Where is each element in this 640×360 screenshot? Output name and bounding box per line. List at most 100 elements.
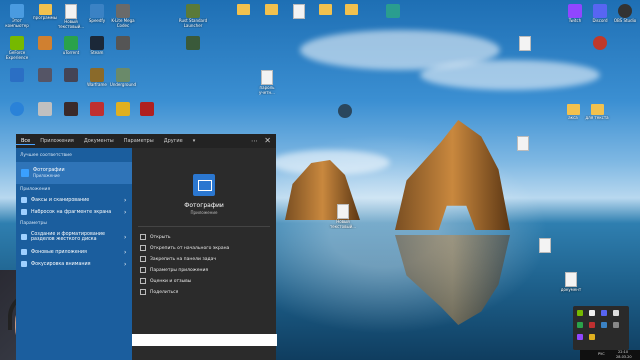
desktop-icon-app[interactable] — [585, 36, 615, 60]
star-icon — [140, 278, 146, 284]
tab-other[interactable]: Другие — [159, 138, 188, 144]
action-app-settings[interactable]: Параметры приложения — [140, 267, 208, 273]
tray-icon[interactable] — [589, 310, 595, 316]
tray-icon[interactable] — [601, 322, 607, 328]
result-photos[interactable]: Фотографии Приложение — [16, 162, 132, 184]
action-open-label: Открыть — [150, 234, 171, 240]
clock-date[interactable]: 28.03.20 — [616, 355, 632, 359]
tab-all[interactable]: Все — [16, 138, 36, 145]
desktop-icon-password[interactable]: пароль учетн... — [252, 70, 282, 95]
snip-icon — [21, 209, 27, 215]
language-indicator[interactable]: РУС — [598, 352, 605, 356]
result-fax-scan[interactable]: Факсы и сканирование › — [16, 194, 132, 206]
desktop-icon-file[interactable] — [530, 238, 560, 263]
folder-icon — [38, 4, 52, 15]
chevron-right-icon[interactable]: › — [124, 261, 132, 268]
clock-time[interactable]: 22:10 — [618, 350, 628, 354]
tab-documents[interactable]: Документы — [79, 138, 119, 144]
tray-icon[interactable] — [589, 334, 595, 340]
app-icon — [38, 102, 52, 116]
action-share[interactable]: Поделиться — [140, 289, 178, 295]
steam-icon — [338, 104, 352, 118]
desktop-icon-steam-game[interactable] — [330, 104, 360, 128]
open-icon — [140, 234, 146, 240]
app-icon — [186, 4, 200, 18]
document-icon — [337, 204, 349, 219]
desktop-icon-folder[interactable] — [336, 4, 366, 25]
desktop-icon-for-text[interactable]: для текста — [582, 104, 612, 125]
start-search-panel: Все Приложения Документы Параметры Други… — [16, 134, 276, 360]
folder-icon — [590, 104, 604, 115]
action-rate-review[interactable]: Оценки и отзывы — [140, 278, 191, 284]
desktop-icon-folder[interactable] — [228, 4, 258, 25]
preview-pane: Фотографии Приложение Открыть Открепить … — [132, 148, 276, 360]
folder-icon — [236, 4, 250, 15]
desktop-icon-app[interactable] — [178, 36, 208, 60]
tray-icon[interactable] — [577, 310, 583, 316]
action-open[interactable]: Открыть — [140, 234, 171, 240]
desktop-icon-folder[interactable] — [256, 4, 286, 25]
gear-icon — [140, 267, 146, 273]
tab-settings[interactable]: Параметры — [119, 138, 159, 144]
chevron-right-icon[interactable]: › — [124, 197, 132, 204]
desktop-icon-app[interactable] — [132, 102, 162, 126]
desktop-icon-obs[interactable]: OBS Studio — [610, 4, 640, 28]
tray-icon[interactable] — [577, 322, 583, 328]
desktop-icon-this-pc[interactable]: Этот компьютер — [2, 4, 32, 28]
desktop-icon-file[interactable] — [508, 136, 538, 161]
app-icon — [140, 102, 154, 116]
app-icon — [90, 68, 104, 82]
result-background-apps[interactable]: Фоновые приложения › — [16, 246, 132, 258]
result-snip-sketch[interactable]: Набросок на фрагменте экрана › — [16, 206, 132, 218]
result-fax-scan-label: Факсы и сканирование — [31, 197, 90, 203]
tray-icon[interactable] — [577, 334, 583, 340]
app-icon — [64, 102, 78, 116]
action-unpin-start[interactable]: Открепить от начального экрана — [140, 245, 229, 251]
result-disk-partitions[interactable]: Создание и форматирование разделов жестк… — [16, 228, 132, 246]
tab-apps[interactable]: Приложения — [35, 138, 79, 144]
action-pin-taskbar-label: Закрепить на панели задач — [150, 256, 217, 262]
tray-icon[interactable] — [613, 322, 619, 328]
result-snip-sketch-label: Набросок на фрагменте экрана — [31, 209, 112, 215]
preview-app-type: Приложение — [190, 210, 218, 215]
document-icon — [65, 4, 77, 19]
desktop-icon-underground[interactable]: Underground — [108, 68, 138, 92]
result-focus-assist[interactable]: Фокусировка внимания › — [16, 258, 132, 270]
desktop-icon-rust[interactable]: Rust Standard Launcher — [178, 4, 208, 28]
desktop-icon-klite[interactable]: K-Lite Mega Codec — [108, 4, 138, 28]
search-tabs: Все Приложения Документы Параметры Други… — [16, 134, 276, 148]
photos-large-icon — [193, 174, 215, 196]
desktop-icon-app[interactable] — [378, 4, 408, 28]
desktop-icon-file[interactable] — [510, 36, 540, 61]
obs-icon — [618, 4, 632, 18]
twitch-icon — [568, 4, 582, 18]
tray-icon[interactable] — [601, 310, 607, 316]
best-match-heading: Лучшее соответствие — [20, 153, 72, 158]
share-icon — [140, 289, 146, 295]
search-input[interactable] — [132, 334, 277, 346]
desktop-icon-app[interactable] — [2, 68, 32, 92]
app-icon — [10, 68, 24, 82]
tab-other-arrow[interactable]: ▾ — [188, 138, 201, 144]
folder-icon — [344, 4, 358, 15]
chevron-right-icon[interactable]: › — [124, 234, 132, 241]
desktop-icon-document[interactable]: документ — [556, 272, 586, 297]
desktop-icon-app[interactable] — [2, 102, 32, 126]
chevron-right-icon[interactable]: › — [124, 249, 132, 256]
action-share-label: Поделиться — [150, 289, 179, 295]
tray-icon[interactable] — [613, 310, 619, 316]
tray-icon[interactable] — [589, 322, 595, 328]
desktop-icon-app[interactable] — [108, 36, 138, 60]
app-icon — [10, 36, 24, 50]
app-icon — [386, 4, 400, 18]
cloud — [420, 60, 600, 90]
chevron-right-icon[interactable]: › — [124, 209, 132, 216]
more-options-button[interactable]: ⋯ — [251, 137, 258, 145]
desktop-icon-text-2[interactable]: Новый текстовый... — [328, 204, 358, 229]
action-pin-taskbar[interactable]: Закрепить на панели задач — [140, 256, 216, 262]
folder-icon — [318, 4, 332, 15]
close-button[interactable]: ✕ — [264, 136, 271, 145]
rock-arch — [395, 120, 510, 230]
desktop-icon-geforce[interactable]: GeForce Experience — [2, 36, 32, 60]
action-rate-review-label: Оценки и отзывы — [150, 278, 192, 284]
